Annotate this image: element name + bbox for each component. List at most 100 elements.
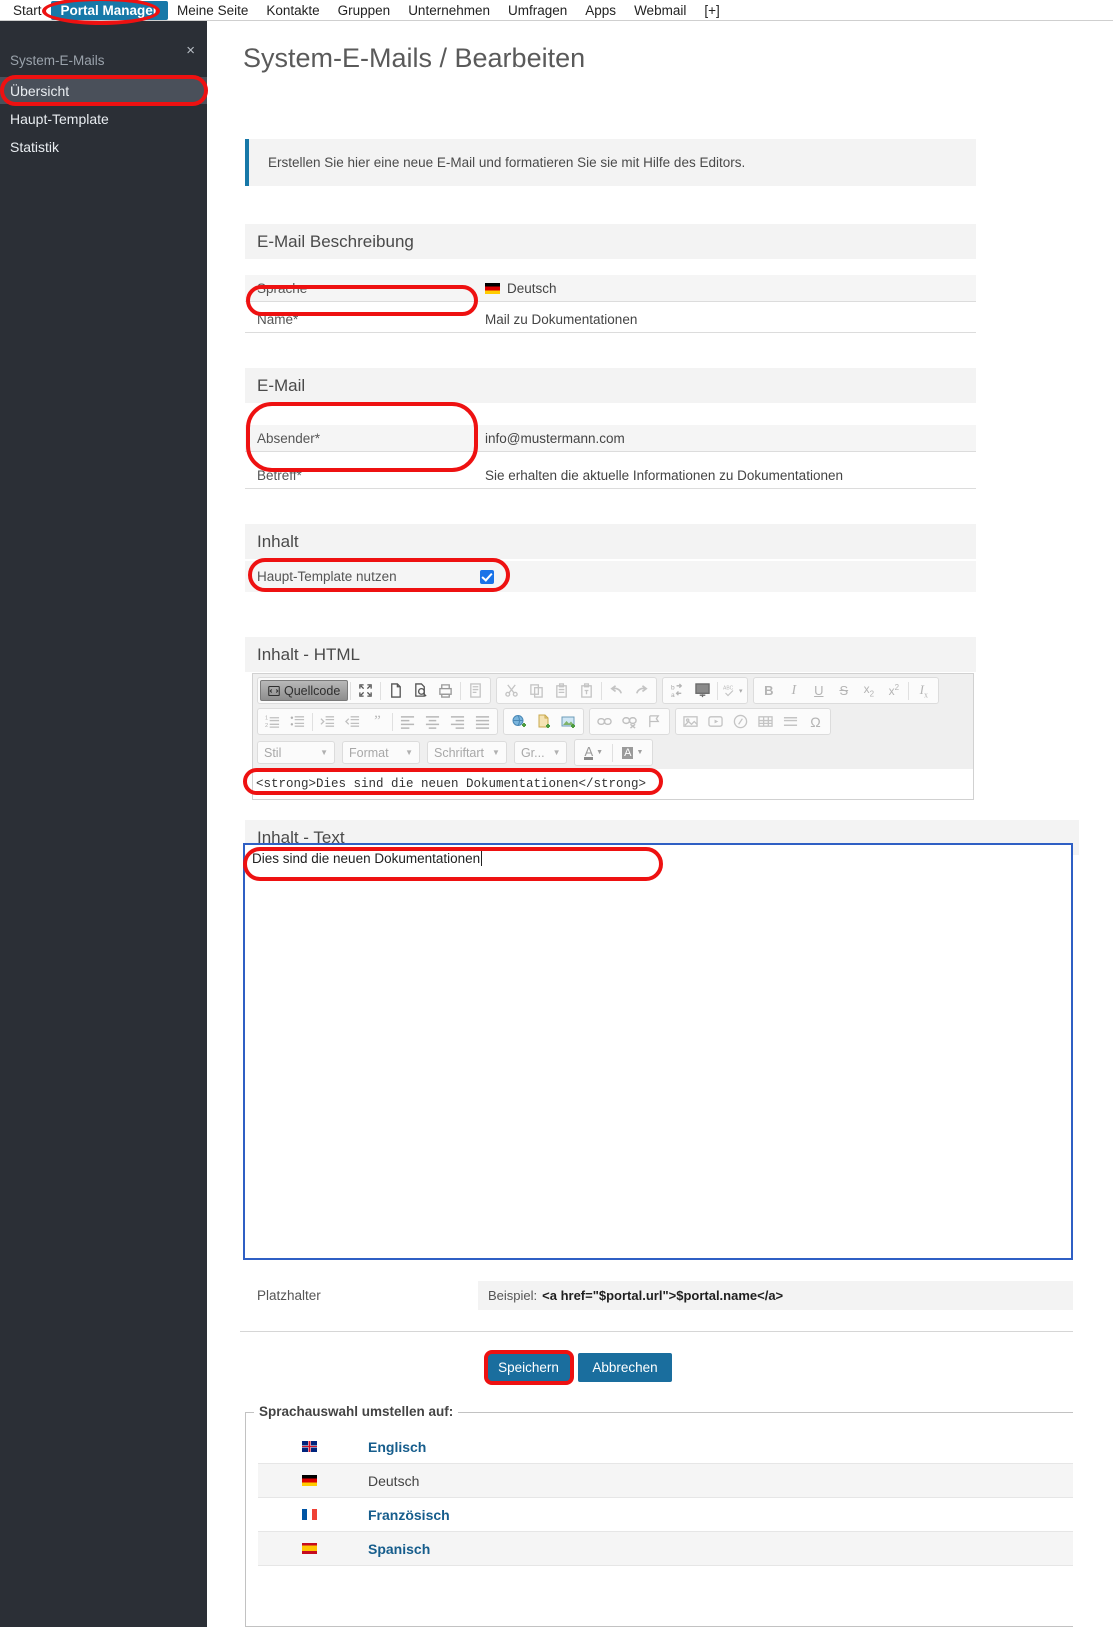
anchor-icon[interactable] — [642, 710, 667, 733]
flag-es-icon — [302, 1543, 317, 1554]
toolbar-separator — [460, 681, 462, 700]
sprache-value: Deutsch — [485, 281, 557, 296]
remove-format-icon[interactable]: Ix — [911, 679, 936, 702]
groesse-dropdown[interactable]: Gr... ▼ — [513, 741, 568, 764]
nav-item-apps[interactable]: Apps — [576, 2, 625, 19]
outdent-icon[interactable] — [315, 710, 340, 733]
image-icon[interactable] — [678, 710, 703, 733]
background-color-icon[interactable]: A ▼ — [615, 741, 650, 764]
image-insert-icon[interactable] — [556, 710, 581, 733]
close-icon[interactable]: × — [186, 43, 195, 58]
align-right-icon[interactable] — [445, 710, 470, 733]
justify-icon[interactable] — [470, 710, 495, 733]
sprache-value-text: Deutsch — [507, 280, 557, 296]
new-page-icon[interactable] — [383, 679, 408, 702]
redo-icon[interactable] — [629, 679, 654, 702]
nav-item-portal-manager[interactable]: Portal Manager — [50, 0, 169, 20]
toolbar-separator — [717, 681, 719, 700]
language-link-spanisch[interactable]: Spanisch — [368, 1541, 430, 1557]
preview-icon[interactable] — [408, 679, 433, 702]
subscript-icon[interactable]: x2 — [856, 679, 881, 702]
toolbar-group-insert-custom — [503, 708, 584, 735]
nav-item-add-more[interactable]: [+] — [695, 2, 728, 19]
nav-item-unternehmen[interactable]: Unternehmen — [399, 2, 499, 19]
blockquote-icon[interactable]: ” — [365, 710, 390, 733]
language-row-englisch[interactable]: Englisch — [258, 1430, 1073, 1464]
haupt-template-checkbox[interactable] — [480, 569, 494, 584]
plain-text-value-text: Dies sind die neuen Dokumentationen — [252, 851, 481, 866]
sidebar-item-haupt-template[interactable]: Haupt-Template — [0, 105, 207, 132]
sidebar-item-statistik[interactable]: Statistik — [0, 133, 207, 160]
internal-link-icon[interactable] — [506, 710, 531, 733]
paste-text-icon[interactable] — [574, 679, 599, 702]
unlink-icon[interactable] — [617, 710, 642, 733]
find-replace-icon[interactable]: ba — [665, 679, 690, 702]
document-link-icon[interactable] — [531, 710, 556, 733]
field-row-absender: Absender* info@mustermann.com — [245, 425, 976, 452]
align-center-icon[interactable] — [420, 710, 445, 733]
nav-item-gruppen[interactable]: Gruppen — [329, 2, 400, 19]
absender-input[interactable]: info@mustermann.com — [485, 431, 625, 446]
flag-de-icon — [302, 1475, 317, 1486]
italic-icon[interactable]: I — [781, 679, 806, 702]
nav-item-webmail[interactable]: Webmail — [625, 2, 695, 19]
sidebar-item-label: Statistik — [10, 138, 60, 155]
toolbar-row-3: Stil ▼ Format ▼ Schriftart ▼ Gr... ▼ A ▼… — [253, 736, 973, 767]
nav-item-meine-seite[interactable]: Meine Seite — [168, 2, 257, 19]
superscript-icon[interactable]: x2 — [881, 679, 906, 702]
cut-icon[interactable] — [499, 679, 524, 702]
nav-item-kontakte[interactable]: Kontakte — [257, 2, 328, 19]
language-row-spanisch[interactable]: Spanisch — [258, 1532, 1073, 1566]
print-icon[interactable] — [433, 679, 458, 702]
undo-icon[interactable] — [604, 679, 629, 702]
format-dropdown[interactable]: Format ▼ — [342, 741, 420, 764]
section-heading-inhalt-html: Inhalt - HTML — [245, 637, 976, 672]
cancel-button[interactable]: Abbrechen — [578, 1353, 672, 1382]
betreff-input[interactable]: Sie erhalten die aktuelle Informationen … — [485, 468, 843, 483]
source-icon[interactable]: Quellcode — [260, 680, 349, 701]
stil-dropdown[interactable]: Stil ▼ — [257, 741, 335, 764]
schriftart-dropdown[interactable]: Schriftart ▼ — [427, 741, 507, 764]
bold-icon[interactable]: B — [756, 679, 781, 702]
spellcheck-icon[interactable]: ABC ▾ — [720, 679, 745, 702]
copy-icon[interactable] — [524, 679, 549, 702]
indent-icon[interactable] — [340, 710, 365, 733]
plain-text-textarea[interactable]: Dies sind die neuen Dokumentationen — [243, 843, 1073, 1260]
show-blocks-icon[interactable] — [690, 679, 715, 702]
toolbar-row-1: Quellcode b a ABC ▾ B I U S x2 x2 Ix — [253, 674, 973, 705]
field-row-sprache: Sprache Deutsch — [245, 275, 976, 302]
platzhalter-label: Platzhalter — [257, 1288, 321, 1303]
strikethrough-icon[interactable]: S — [831, 679, 856, 702]
flag-cell — [258, 1475, 368, 1486]
language-row-franzoesisch[interactable]: Französisch — [258, 1498, 1073, 1532]
text-color-icon[interactable]: A ▼ — [577, 741, 610, 764]
horizontal-rule-icon[interactable] — [778, 710, 803, 733]
align-left-icon[interactable] — [395, 710, 420, 733]
numbered-list-icon[interactable]: 12 — [260, 710, 285, 733]
sidebar-item-uebersicht[interactable]: Übersicht — [0, 77, 207, 104]
language-link-franzoesisch[interactable]: Französisch — [368, 1507, 450, 1523]
section-divider — [240, 1331, 1073, 1332]
html-source-value: <strong>Dies sind die neuen Dokumentatio… — [256, 777, 647, 791]
save-button[interactable]: Speichern — [487, 1353, 570, 1382]
plain-text-value: Dies sind die neuen Dokumentationen — [252, 851, 483, 866]
flag-gb-icon — [302, 1441, 317, 1452]
flash-icon[interactable] — [728, 710, 753, 733]
toolbar-separator — [350, 681, 352, 700]
language-switch-legend: Sprachauswahl umstellen auf: — [254, 1404, 459, 1419]
toolbar-group-colors: A ▼ A ▼ — [574, 739, 654, 766]
name-input[interactable]: Mail zu Dokumentationen — [485, 312, 637, 327]
nav-item-umfragen[interactable]: Umfragen — [499, 2, 576, 19]
table-icon[interactable] — [753, 710, 778, 733]
paste-icon[interactable] — [549, 679, 574, 702]
youtube-icon[interactable] — [703, 710, 728, 733]
bulleted-list-icon[interactable] — [285, 710, 310, 733]
underline-icon[interactable]: U — [806, 679, 831, 702]
language-link-englisch[interactable]: Englisch — [368, 1439, 426, 1455]
link-icon[interactable] — [592, 710, 617, 733]
maximize-icon[interactable] — [353, 679, 378, 702]
nav-item-start[interactable]: Start — [4, 2, 51, 19]
special-char-icon[interactable]: Ω — [803, 710, 828, 733]
templates-icon[interactable] — [463, 679, 488, 702]
html-source-input[interactable]: <strong>Dies sind die neuen Dokumentatio… — [252, 769, 974, 800]
